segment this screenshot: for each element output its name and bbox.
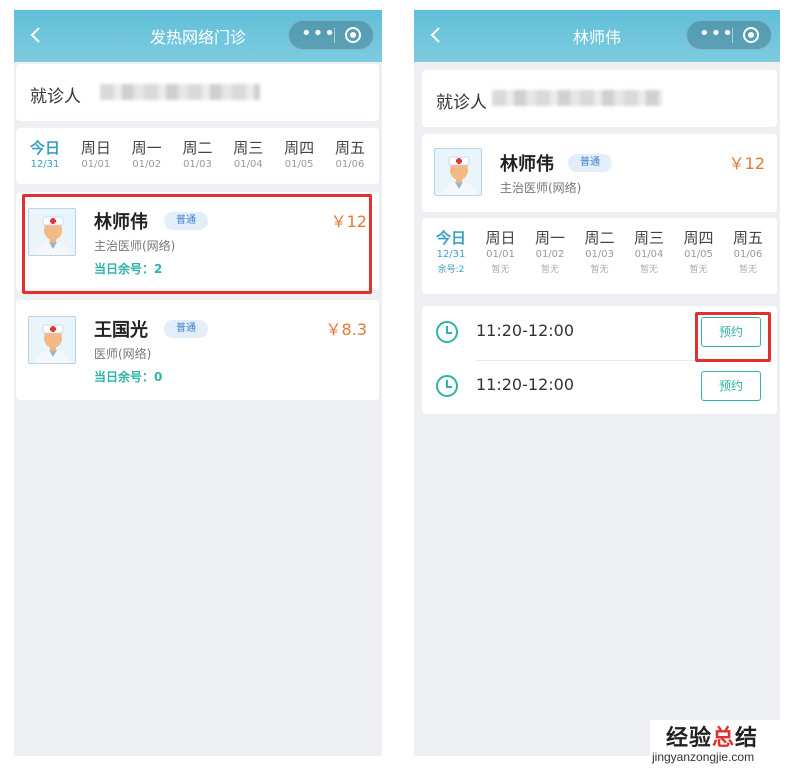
- doctor-title: 医师(网络): [94, 347, 152, 361]
- watermark: 经验总结 jingyanzongjie.com: [650, 720, 800, 772]
- date-tab[interactable]: 周四 01/05: [276, 128, 322, 184]
- doctor-info-card: 林师伟 普通 主治医师(网络) ￥12: [422, 134, 777, 212]
- capsule-divider: [334, 28, 335, 43]
- clock-icon: [436, 321, 458, 343]
- date-tab[interactable]: 周日 01/01 暂无: [478, 218, 524, 294]
- patient-name-redacted: [100, 84, 260, 100]
- more-dots-icon[interactable]: •••: [699, 21, 734, 49]
- date-tab[interactable]: 周一 01/02 暂无: [527, 218, 573, 294]
- date-availability: 暂无: [689, 265, 708, 275]
- target-close-icon[interactable]: [345, 27, 361, 43]
- patient-label: 就诊人: [436, 93, 487, 113]
- date-number: 01/05: [684, 249, 713, 260]
- doctor-avatar-icon: [28, 316, 76, 364]
- date-number: 01/02: [132, 159, 162, 170]
- date-tab[interactable]: 今日 12/31: [22, 128, 68, 184]
- doctor-type-badge: 普通: [164, 320, 208, 338]
- capsule-divider: [732, 28, 733, 43]
- time-slot-row: 11:20-12:00 预约: [422, 360, 777, 414]
- date-availability: 暂无: [590, 265, 609, 275]
- date-weekday: 周日: [80, 139, 111, 157]
- patient-name-redacted: [492, 90, 662, 106]
- date-availability: 暂无: [540, 265, 559, 275]
- date-number: 01/04: [233, 159, 263, 170]
- doctor-card[interactable]: 王国光 普通 医师(网络) 当日余号：0 ￥8.3: [16, 300, 379, 400]
- date-selector: 今日 12/31 周日 01/01 周一 01/02 周二 01/03 周三 01/04 周四 01/…: [16, 128, 379, 184]
- patient-label: 就诊人: [30, 87, 81, 107]
- date-availability: 暂无: [738, 265, 757, 275]
- nav-header: 林师伟 •••: [414, 10, 780, 62]
- date-tab[interactable]: 周一 01/02: [124, 128, 170, 184]
- date-selector: 今日 12/31 余号:2 周日 01/01 暂无 周一 01/02 暂无 周二 01/03 暂无 周三…: [422, 218, 777, 294]
- doctor-name: 林师伟: [500, 154, 554, 175]
- highlight-box: [695, 312, 771, 362]
- date-tab[interactable]: 周三 01/04: [225, 128, 271, 184]
- date-weekday: 周日: [485, 229, 516, 247]
- highlight-box: [22, 194, 372, 294]
- patient-selector[interactable]: 就诊人: [422, 70, 777, 127]
- date-availability: 暂无: [639, 265, 658, 275]
- target-close-icon[interactable]: [743, 27, 759, 43]
- doctor-title: 主治医师(网络): [500, 181, 582, 195]
- date-tab[interactable]: 周五 01/06: [327, 128, 373, 184]
- date-number: 01/01: [486, 249, 515, 260]
- date-tab[interactable]: 周日 01/01: [73, 128, 119, 184]
- date-number: 01/02: [535, 249, 565, 260]
- date-weekday: 周二: [182, 139, 213, 157]
- date-weekday: 周五: [334, 139, 365, 157]
- date-tab[interactable]: 周四 01/05 暂无: [676, 218, 722, 294]
- date-weekday: 周四: [284, 139, 315, 157]
- date-tab[interactable]: 周二 01/03 暂无: [577, 218, 623, 294]
- screen-doctor-schedule: 林师伟 ••• 就诊人 林师伟 普通 主治医师(网络) ￥12 今日 12/31 余…: [414, 10, 780, 756]
- doctor-avatar-icon: [434, 148, 482, 196]
- date-availability: 暂无: [491, 265, 510, 275]
- date-weekday: 周二: [584, 229, 615, 247]
- date-weekday: 周一: [534, 229, 565, 247]
- more-dots-icon[interactable]: •••: [301, 21, 336, 49]
- date-number: 01/04: [634, 249, 664, 260]
- miniapp-capsule: •••: [288, 20, 374, 50]
- screen-doctor-list: 发热网络门诊 ••• 就诊人 今日 12/31 周日 01/01 周一 01/02 周二 01…: [14, 10, 382, 756]
- date-tab[interactable]: 今日 12/31 余号:2: [428, 218, 474, 294]
- date-tab[interactable]: 周三 01/04 暂无: [626, 218, 672, 294]
- date-number: 12/31: [436, 249, 466, 260]
- date-weekday: 周一: [131, 139, 162, 157]
- miniapp-capsule: •••: [686, 20, 772, 50]
- date-number: 01/03: [183, 159, 212, 170]
- date-weekday: 周四: [683, 229, 714, 247]
- date-number: 01/06: [733, 249, 763, 260]
- patient-selector[interactable]: 就诊人: [16, 64, 379, 121]
- date-weekday: 周三: [233, 139, 264, 157]
- doctor-type-badge: 普通: [568, 154, 612, 172]
- book-button[interactable]: 预约: [701, 371, 761, 401]
- date-number: 01/01: [81, 159, 111, 170]
- watermark-url: jingyanzongjie.com: [652, 750, 755, 764]
- slot-time: 11:20-12:00: [476, 375, 574, 394]
- date-weekday: 周五: [732, 229, 763, 247]
- date-weekday: 今日: [435, 229, 466, 247]
- doctor-remaining: 当日余号：0: [94, 370, 163, 384]
- slot-time: 11:20-12:00: [476, 321, 574, 340]
- date-tab[interactable]: 周五 01/06 暂无: [725, 218, 771, 294]
- date-tab[interactable]: 周二 01/03: [174, 128, 220, 184]
- date-weekday: 今日: [29, 139, 60, 157]
- date-number: 01/06: [335, 159, 365, 170]
- doctor-name: 王国光: [94, 320, 148, 341]
- date-number: 01/03: [585, 249, 614, 260]
- date-number: 12/31: [30, 159, 60, 170]
- date-number: 01/05: [284, 159, 314, 170]
- doctor-price: ￥12: [728, 154, 765, 173]
- clock-icon: [436, 375, 458, 397]
- date-availability: 余号:2: [437, 265, 465, 275]
- date-weekday: 周三: [633, 229, 664, 247]
- doctor-price: ￥8.3: [325, 320, 367, 339]
- watermark-logo-text: 经验总结: [666, 726, 759, 751]
- nav-header: 发热网络门诊 •••: [14, 10, 382, 62]
